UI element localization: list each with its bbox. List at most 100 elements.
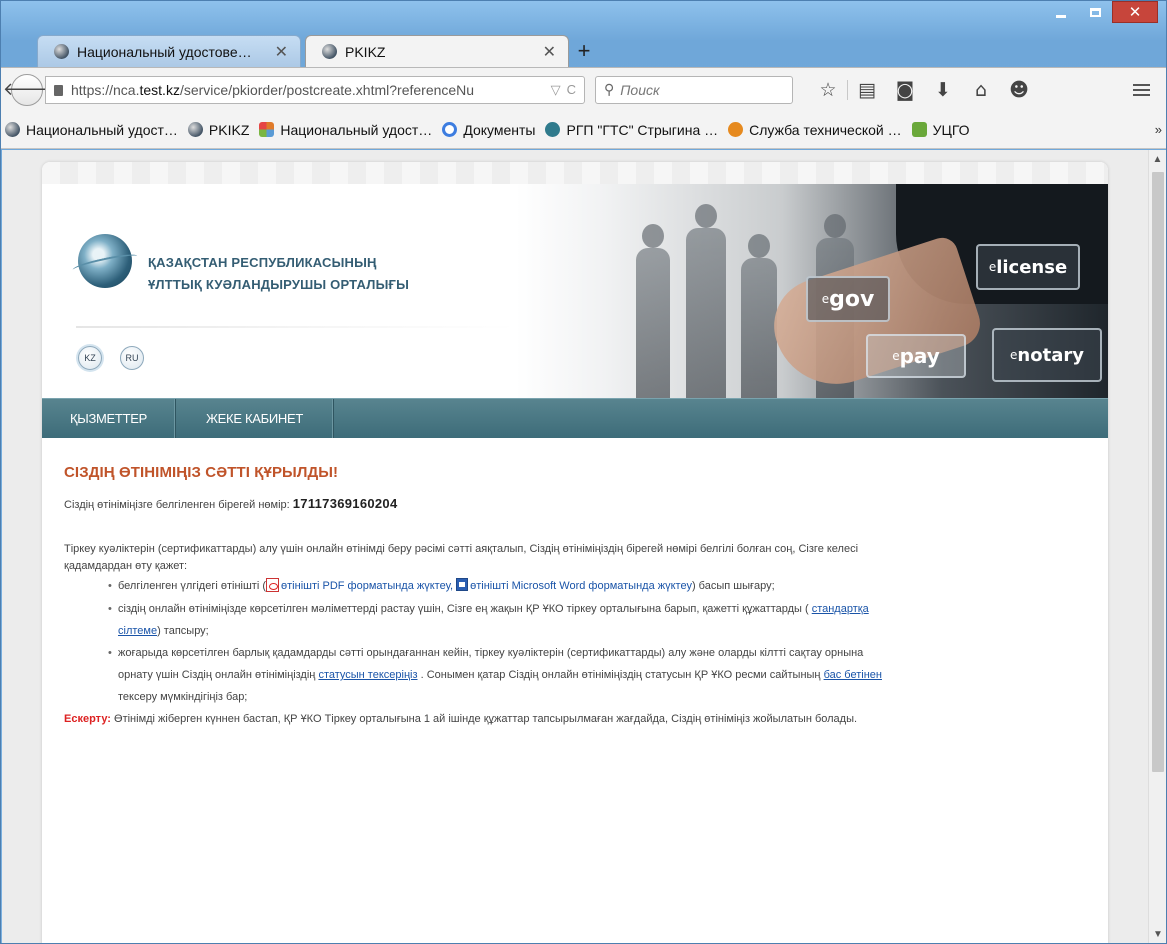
url-path: /service/pkiorder/postcreate.xhtml?refer… bbox=[179, 81, 475, 98]
bookmark-item[interactable]: Документы bbox=[442, 122, 535, 138]
download-word-link[interactable]: өтінішті Microsoft Word форматында жүкте… bbox=[470, 580, 692, 592]
elicense-prefix: e bbox=[988, 260, 997, 274]
maximize-icon bbox=[1089, 7, 1101, 17]
globe-favicon-icon bbox=[54, 44, 69, 59]
warning-label: Ескерту: bbox=[64, 713, 111, 725]
site-header: ҚАЗАҚСТАН РЕСПУБЛИКАСЫНЫҢ ҰЛТТЫҚ КУӘЛАНД… bbox=[42, 184, 1108, 398]
bookmarks-toolbar: Национальный удост… PKIKZ Национальный у… bbox=[1, 111, 1166, 149]
elicense-label: license bbox=[996, 256, 1068, 278]
lang-ru-button[interactable]: RU bbox=[120, 346, 144, 370]
menu-services[interactable]: ҚЫЗМЕТТЕР bbox=[42, 399, 176, 438]
standard-link[interactable]: стандартқа bbox=[812, 603, 869, 615]
search-icon: ⚲ bbox=[604, 81, 615, 97]
intro-line1: Тіркеу куәліктерін (сертификаттарды) алу… bbox=[64, 543, 859, 555]
reading-list-icon[interactable]: ▤ bbox=[848, 76, 886, 104]
tab-close-icon[interactable]: ✕ bbox=[543, 42, 556, 62]
dropdown-arrow-icon[interactable]: ▽ bbox=[551, 82, 561, 98]
bookmark-item[interactable]: PKIKZ bbox=[187, 122, 249, 138]
reference-number: 17117369160204 bbox=[292, 496, 398, 511]
bookmark-item[interactable]: УЦГО bbox=[911, 121, 970, 138]
home-icon[interactable]: ⌂ bbox=[962, 76, 1000, 104]
step2-text: сіздің онлайн өтініміңізде көрсетілген м… bbox=[118, 603, 809, 615]
bookmark-item[interactable]: РГП "ГТС" Стрыгина … bbox=[545, 122, 718, 138]
page-viewport: ҚАЗАҚСТАН РЕСПУБЛИКАСЫНЫҢ ҰЛТТЫҚ КУӘЛАНД… bbox=[2, 150, 1148, 943]
vertical-scrollbar[interactable]: ▲ ▼ bbox=[1148, 150, 1166, 943]
search-input[interactable]: ⚲ Поиск bbox=[595, 75, 793, 104]
scrollbar-thumb[interactable] bbox=[1152, 172, 1164, 772]
bookmark-label: УЦГО bbox=[932, 121, 970, 138]
scroll-down-icon[interactable]: ▼ bbox=[1149, 925, 1167, 943]
step-submit-documents: сіздің онлайн өтініміңізде көрсетілген м… bbox=[108, 598, 1086, 642]
download-pdf-link[interactable]: өтінішті PDF форматында жүктеу, bbox=[281, 580, 453, 592]
header-banner-image: e gov e license e pay e notary bbox=[516, 184, 1108, 398]
epay-label: pay bbox=[899, 344, 940, 368]
globe-icon bbox=[187, 122, 203, 137]
main-menu: ҚЫЗМЕТТЕР ЖЕКЕ КАБИНЕТ bbox=[42, 398, 1108, 438]
elicense-tile: e license bbox=[976, 244, 1080, 290]
minimize-button[interactable] bbox=[1044, 1, 1078, 23]
chat-icon[interactable]: ☻ bbox=[1000, 76, 1038, 104]
decorative-ornament bbox=[42, 162, 1108, 184]
step3-line1: жоғарыда көрсетілген барлық қадамдарды с… bbox=[118, 647, 864, 659]
pocket-icon[interactable]: ◙ bbox=[886, 76, 924, 104]
tab-nca[interactable]: Национальный удостове… ✕ bbox=[37, 35, 301, 67]
step2-suffix: ) тапсыру; bbox=[157, 625, 209, 637]
address-bar[interactable]: https://nca.test.kz/service/pkiorder/pos… bbox=[45, 75, 585, 104]
step3-line3: тексеру мүмкіндігіңіз бар; bbox=[118, 691, 248, 703]
bookmark-item[interactable]: Служба технической … bbox=[728, 121, 902, 138]
enotary-tile: e notary bbox=[992, 328, 1102, 382]
bookmark-star-icon[interactable]: ☆ bbox=[809, 76, 847, 104]
reference-number-line: Сіздің өтініміңізге белгіленген бірегей … bbox=[64, 496, 1086, 511]
intro-line2: қадамдардан өту қажет: bbox=[64, 560, 188, 572]
instructions-intro: Тіркеу куәліктерін (сертификаттарды) алу… bbox=[64, 541, 1086, 575]
step-print-application: белгіленген үлгідегі өтінішті ( өтінішті … bbox=[108, 575, 1086, 598]
new-tab-button[interactable]: + bbox=[569, 35, 599, 67]
more-bookmarks-button[interactable]: » bbox=[1155, 122, 1162, 137]
support-icon bbox=[728, 122, 744, 137]
close-icon: ✕ bbox=[1128, 3, 1142, 21]
reload-icon[interactable]: C bbox=[567, 82, 576, 97]
tab-title: Национальный удостове… bbox=[77, 43, 252, 60]
check-status-link[interactable]: статусын тексеріңіз bbox=[318, 669, 417, 681]
globe-icon bbox=[5, 122, 20, 137]
tab-title: PKIKZ bbox=[345, 43, 386, 60]
silhouette bbox=[686, 204, 726, 398]
step1-text: белгіленген үлгідегі өтінішті ( bbox=[118, 580, 267, 592]
egov-prefix: e bbox=[821, 292, 830, 306]
window-controls: ✕ bbox=[1044, 1, 1158, 31]
epay-tile: e pay bbox=[866, 334, 966, 378]
lang-kz-button[interactable]: KZ bbox=[78, 346, 102, 370]
plus-icon: + bbox=[577, 38, 591, 63]
globe-favicon-icon bbox=[322, 44, 337, 59]
word-icon bbox=[456, 578, 469, 591]
bookmark-label: Служба технической … bbox=[749, 121, 902, 138]
standard-link-continued[interactable]: сілтеме bbox=[118, 625, 157, 637]
header-divider bbox=[76, 326, 516, 328]
tab-close-icon[interactable]: ✕ bbox=[275, 42, 288, 62]
close-window-button[interactable]: ✕ bbox=[1112, 1, 1158, 23]
lock-icon bbox=[54, 85, 63, 96]
success-title: СІЗДІҢ ӨТІНІМІҢІЗ СӘТТІ ҚҰРЫЛДЫ! bbox=[64, 464, 339, 481]
url-host: test.kz bbox=[139, 81, 180, 98]
back-button[interactable]: 🡐 bbox=[3, 73, 51, 106]
enotary-prefix: e bbox=[1010, 348, 1018, 362]
menu-personal-cabinet[interactable]: ЖЕКЕ КАБИНЕТ bbox=[176, 399, 335, 438]
tab-pkikz[interactable]: PKIKZ ✕ bbox=[305, 35, 569, 67]
bookmark-label: Национальный удост… bbox=[280, 121, 433, 138]
step3-middle: . Сонымен қатар Сіздің онлайн өтініміңіз… bbox=[420, 669, 821, 681]
maximize-button[interactable] bbox=[1078, 1, 1112, 23]
url-text: https://nca.test.kz/service/pkiorder/pos… bbox=[71, 82, 545, 98]
docs-circle-icon bbox=[442, 122, 458, 137]
search-placeholder: Поиск bbox=[620, 81, 660, 98]
reference-label: Сіздің өтініміңізге белгіленген бірегей … bbox=[64, 499, 290, 511]
bookmark-item[interactable]: Национальный удост… bbox=[259, 122, 432, 138]
pdf-icon bbox=[266, 578, 280, 592]
silhouette bbox=[636, 224, 670, 398]
home-page-link[interactable]: бас бетінен bbox=[824, 669, 882, 681]
arrow-left-icon: 🡐 bbox=[2, 79, 52, 99]
bookmark-item[interactable]: Национальный удост… bbox=[5, 122, 178, 138]
download-icon[interactable]: ⬇ bbox=[924, 76, 962, 104]
scroll-up-icon[interactable]: ▲ bbox=[1149, 150, 1166, 168]
org-name-line1: ҚАЗАҚСТАН РЕСПУБЛИКАСЫНЫҢ bbox=[148, 255, 377, 270]
menu-button[interactable] bbox=[1126, 76, 1156, 104]
